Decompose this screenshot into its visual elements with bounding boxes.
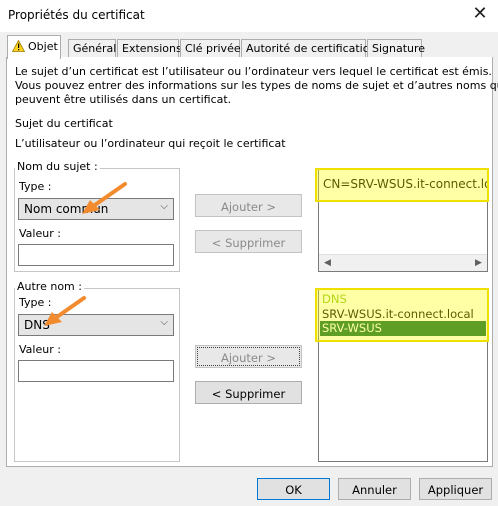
tab-general[interactable]: Général [68,39,116,58]
subject-value-input[interactable] [18,244,174,266]
tab-extensions[interactable]: Extensions [117,39,182,58]
subject-name-group-title: Nom du sujet : [15,160,100,173]
subject-list-scrollbar[interactable]: ◀ ▶ [319,254,487,271]
subject-type-label: Type : [19,180,52,193]
intro-line-2: Vous pouvez entrer des informations sur … [15,79,498,92]
chevron-down-icon: ⌵ [160,201,168,212]
subject-add-button[interactable]: Ajouter > [195,194,302,217]
warning-icon [11,39,26,55]
tab-label: Signature [372,42,426,55]
tab-certification-authority[interactable]: Autorité de certification [241,39,376,58]
yellow-highlight-alt [315,288,489,342]
yellow-highlight-subject [315,168,489,202]
alt-type-combo[interactable]: DNS ⌵ [18,314,174,336]
close-button[interactable]: ✕ [468,4,492,26]
tab-private-key[interactable]: Clé privée [180,39,241,58]
subject-value-label: Valeur : [19,227,61,240]
chevron-down-icon: ⌵ [160,317,168,328]
window-title: Propriétés du certificat [8,8,145,22]
cancel-button[interactable]: Annuler [338,478,411,500]
tab-label: Objet [28,40,58,53]
alt-value-label: Valeur : [19,343,61,356]
intro-line-3: peuvent être utilisés dans un certificat… [15,93,232,106]
ok-button[interactable]: OK [257,478,330,500]
alt-name-group-title: Autre nom : [15,280,84,293]
scroll-right-icon[interactable]: ▶ [470,256,487,271]
alt-value-input[interactable] [18,360,174,382]
subject-heading: Sujet du certificat [15,117,113,130]
scroll-left-icon[interactable]: ◀ [319,256,336,271]
tab-label: Extensions [122,42,182,55]
subject-remove-button[interactable]: < Supprimer [195,230,302,253]
intro-line-1: Le sujet d’un certificat est l’utilisate… [15,65,492,78]
tab-label: Clé privée [185,42,241,55]
tab-objet[interactable]: Objet [7,35,61,59]
tab-signature[interactable]: Signature [367,39,426,58]
tab-label: Général [73,42,117,55]
annotation-arrow-icon [82,182,127,214]
tab-label: Autorité de certification [246,42,377,55]
alt-remove-button[interactable]: < Supprimer [195,381,302,404]
alt-add-button[interactable]: Ajouter > [195,345,302,368]
apply-button[interactable]: Appliquer [419,478,492,500]
subject-description: L’utilisateur ou l’ordinateur qui reçoit… [15,137,286,150]
annotation-arrow-icon [44,296,86,326]
